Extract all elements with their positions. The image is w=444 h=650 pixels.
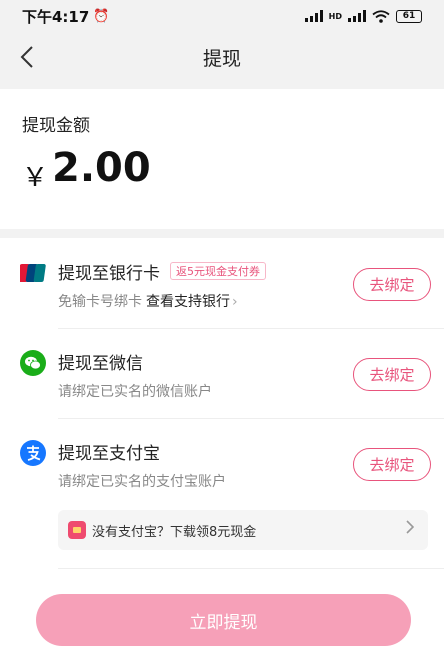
withdraw-methods: 提现至银行卡 返5元现金支付券 免输卡号绑卡 查看支持银行 › 去绑定 提现至微信 … (0, 238, 444, 578)
withdraw-now-button[interactable]: 立即提现 (36, 594, 411, 646)
method-desc-text: 免输卡号绑卡 (58, 294, 142, 310)
bind-alipay-button[interactable]: 去绑定 (353, 448, 431, 481)
method-name: 提现至微信 (58, 354, 143, 374)
method-alipay[interactable]: 提现至支付宝 请绑定已实名的支付宝账户 去绑定 (0, 418, 444, 508)
amount-card: 提现金额 ￥ 2.00 (0, 89, 444, 229)
bind-wechat-button[interactable]: 去绑定 (353, 358, 431, 391)
supported-banks-link[interactable]: 查看支持银行 (146, 294, 230, 310)
method-desc: 请绑定已实名的微信账户 (58, 384, 212, 400)
method-name: 提现至银行卡 (58, 264, 160, 284)
unionpay-icon (20, 260, 46, 286)
signal-icon-2 (348, 10, 366, 22)
page-title: 提现 (202, 47, 241, 70)
red-envelope-icon (68, 521, 86, 539)
alipay-download-promo[interactable]: 没有支付宝？下载领8元现金 (58, 510, 428, 550)
network-type-label: HD (328, 11, 342, 21)
nav-bar: 提现 (0, 32, 444, 82)
battery-icon: 61 (396, 9, 422, 23)
method-desc: 免输卡号绑卡 查看支持银行 › (58, 291, 238, 311)
back-button[interactable] (12, 42, 42, 72)
method-bank-card[interactable]: 提现至银行卡 返5元现金支付券 免输卡号绑卡 查看支持银行 › 去绑定 (0, 238, 444, 328)
chevron-right-icon (406, 520, 415, 538)
wechat-icon (20, 350, 46, 376)
method-wechat[interactable]: 提现至微信 请绑定已实名的微信账户 去绑定 (0, 328, 444, 418)
wifi-icon (372, 9, 390, 23)
promo-text: 没有支付宝？下载领8元现金 (92, 524, 257, 540)
status-icons: HD 61 (304, 9, 422, 23)
status-bar: 下午4:17 ⏰ HD 61 (0, 0, 444, 32)
signal-icon (304, 10, 323, 22)
currency-symbol: ￥ (22, 163, 49, 193)
alarm-icon: ⏰ (93, 8, 110, 24)
method-desc: 请绑定已实名的支付宝账户 (58, 474, 226, 490)
promo-badge: 返5元现金支付券 (170, 262, 266, 280)
status-time: 下午4:17 (22, 7, 90, 26)
method-name: 提现至支付宝 (58, 444, 160, 464)
chevron-left-icon (20, 46, 33, 68)
alipay-icon (20, 440, 46, 466)
amount-label: 提现金额 (22, 116, 90, 136)
chevron-right-icon: › (232, 294, 238, 310)
amount-value: 2.00 (52, 145, 151, 191)
bind-bank-card-button[interactable]: 去绑定 (353, 268, 431, 301)
divider (58, 568, 444, 569)
